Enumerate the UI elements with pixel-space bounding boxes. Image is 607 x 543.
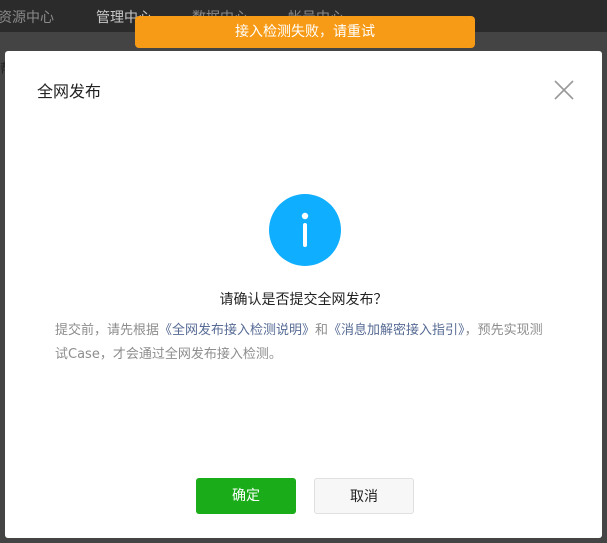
- dialog-title: 全网发布: [37, 82, 102, 101]
- error-toast: 接入检测失败，请重试: [135, 16, 475, 48]
- link-encryption-guide[interactable]: 《消息加解密接入指引》: [328, 323, 465, 338]
- confirm-button[interactable]: 确定: [196, 478, 296, 514]
- nav-item-resource-center[interactable]: 资源中心: [0, 7, 54, 27]
- desc-middle: 和: [315, 323, 329, 338]
- link-publish-check-guide[interactable]: 《全网发布接入检测说明》: [159, 323, 315, 338]
- dialog-description: 提交前，请先根据《全网发布接入检测说明》和《消息加解密接入指引》，预先实现测试C…: [55, 319, 555, 367]
- info-icon: [269, 194, 341, 266]
- confirm-question: 请确认是否提交全网发布？: [219, 292, 388, 308]
- desc-prefix: 提交前，请先根据: [55, 323, 160, 338]
- publish-dialog: 全网发布 请确认是否提交全网发布？ 提交前，请先根据《全网发布接入检测说明》和《…: [5, 51, 602, 538]
- cancel-button[interactable]: 取消: [314, 478, 414, 514]
- close-icon[interactable]: [552, 78, 576, 102]
